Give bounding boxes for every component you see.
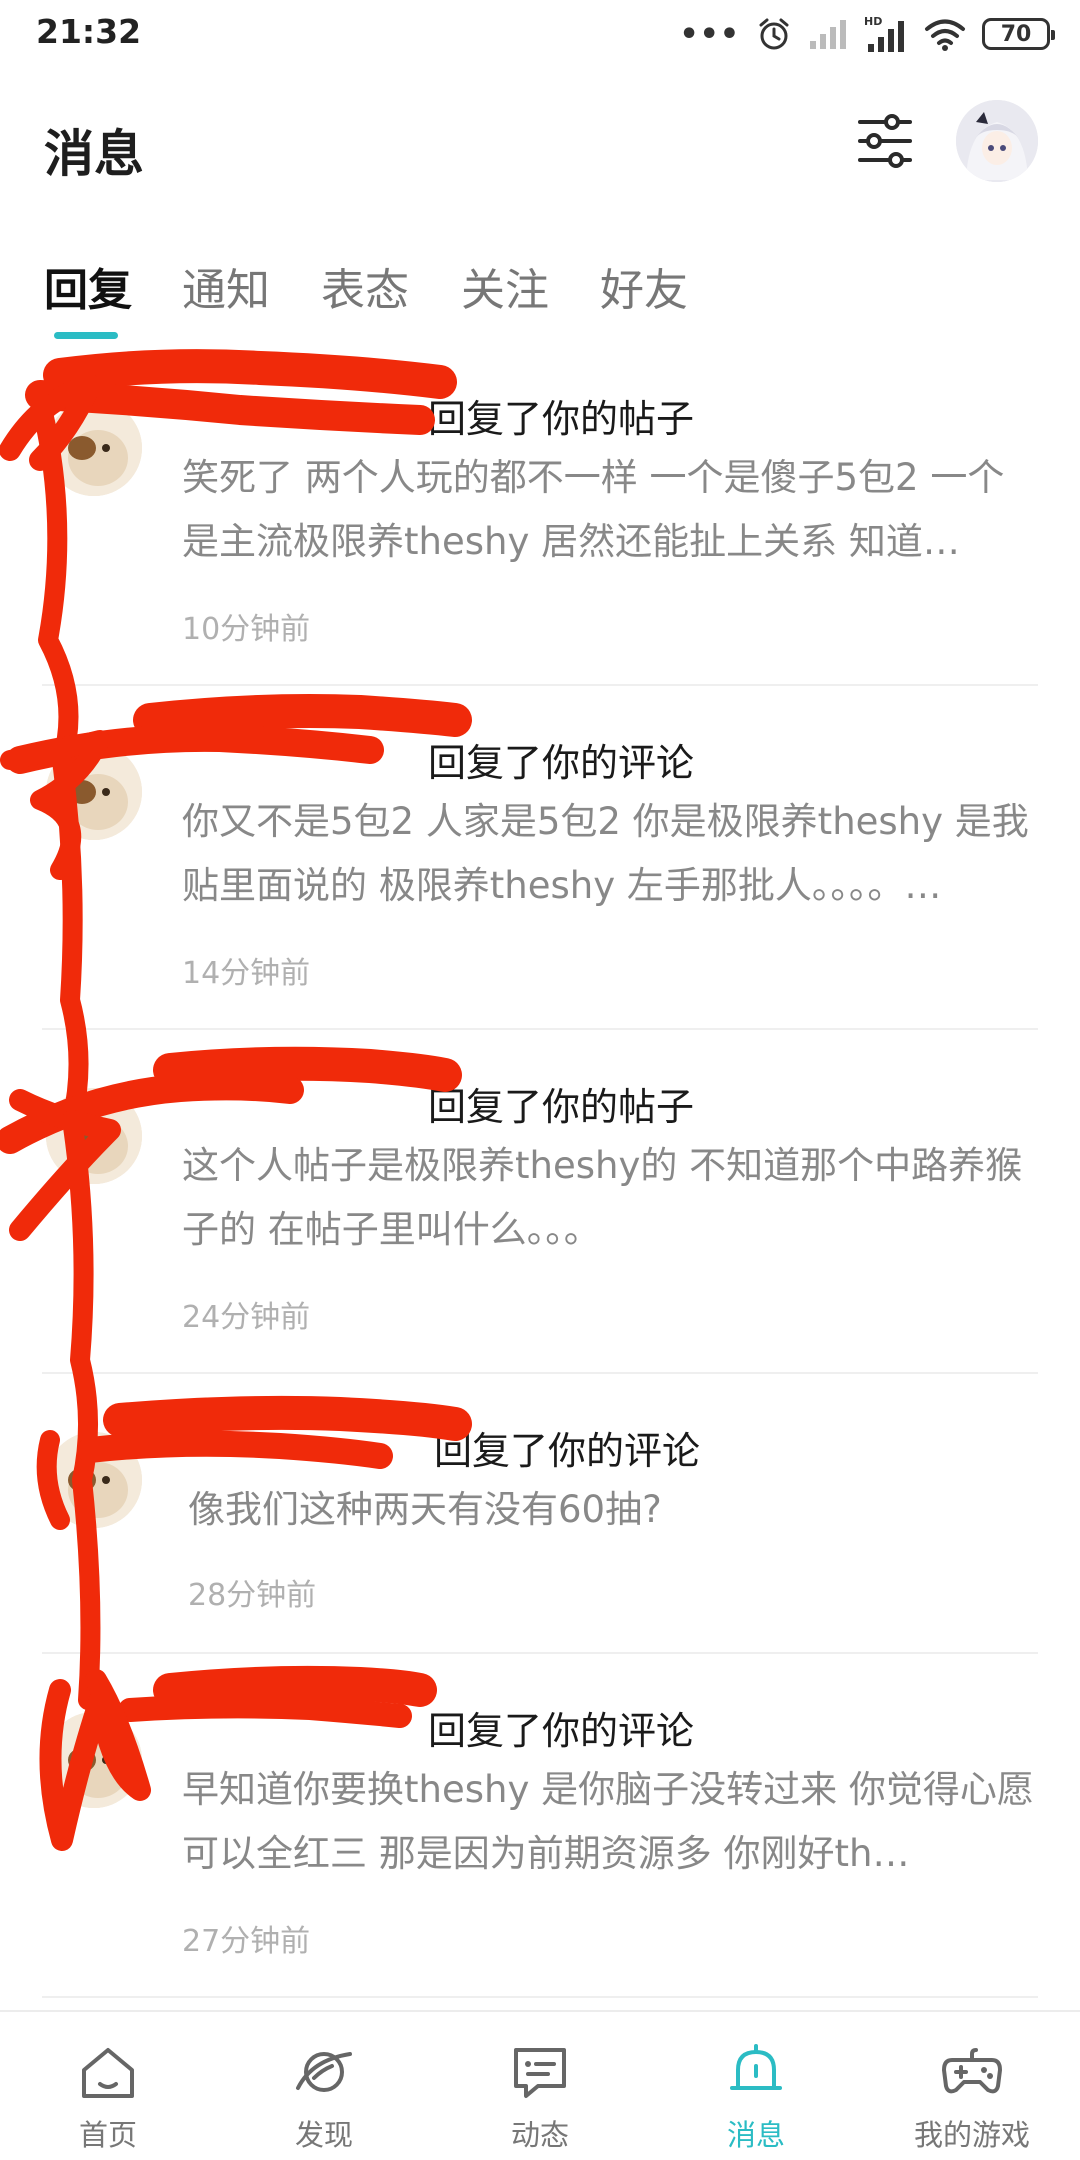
nav-label: 我的游戏	[913, 2118, 1030, 2152]
sliders-icon	[858, 114, 912, 168]
nav-label: 消息	[726, 2118, 785, 2152]
reply-title: 回复了你的帖子	[182, 1076, 694, 1131]
bottom-navigation: 首页 发现 动态 消息 我的游戏	[0, 2010, 1080, 2160]
header: 消息	[0, 86, 1080, 206]
home-icon	[82, 2048, 134, 2098]
bear-avatar-icon	[46, 744, 142, 840]
status-time: 21:32	[36, 12, 142, 51]
tab-follows[interactable]: 关注	[461, 254, 549, 318]
bear-avatar-icon	[46, 400, 142, 496]
reply-time: 14分钟前	[182, 956, 311, 991]
bear-avatar-icon	[46, 1712, 142, 1808]
avatar[interactable]	[46, 1088, 142, 1184]
reply-body: 像我们这种两天有没有60抽?	[188, 1488, 662, 1531]
nav-label: 首页	[78, 2118, 137, 2152]
divider	[42, 1996, 1038, 1998]
reply-title: 回复了你的帖子	[182, 388, 694, 443]
user-avatar[interactable]	[956, 100, 1038, 182]
anime-girl-avatar-icon	[956, 100, 1038, 182]
bell-icon	[730, 2044, 782, 2090]
avatar[interactable]	[46, 1712, 142, 1808]
bear-avatar-icon	[46, 1432, 142, 1528]
message-tabs: 回复 通知 表态 关注 好友	[0, 240, 1080, 340]
nav-label: 发现	[294, 2118, 353, 2152]
battery-indicator: 70	[982, 18, 1055, 50]
reply-title: 回复了你的评论	[182, 1700, 694, 1755]
avatar[interactable]	[46, 744, 142, 840]
nav-label: 动态	[510, 2118, 569, 2152]
tab-friends[interactable]: 好友	[600, 254, 688, 318]
reply-action: 回复了你的评论	[428, 1709, 695, 1753]
reply-time: 10分钟前	[182, 612, 311, 647]
list-item[interactable]: 回复了你的帖子 这个人帖子是极限养theshy的 不知道那个中路养猴子的 在帖子…	[0, 1028, 1080, 1372]
page-title: 消息	[44, 125, 144, 183]
chat-bubble-icon	[514, 2048, 566, 2098]
wifi-icon	[925, 19, 965, 51]
reply-time: 24分钟前	[182, 1300, 311, 1335]
list-item[interactable]: 回复了你的帖子 笑死了 两个人玩的都不一样 一个是傻子5包2 一个是主流极限养t…	[0, 340, 1080, 684]
bear-avatar-icon	[46, 1088, 142, 1184]
avatar[interactable]	[46, 1432, 142, 1528]
nav-discover[interactable]: 发现	[216, 2012, 432, 2160]
reply-action: 回复了你的评论	[434, 1429, 701, 1473]
alarm-icon	[759, 18, 789, 50]
nav-messages[interactable]: 消息	[648, 2012, 864, 2160]
tab-notifications[interactable]: 通知	[182, 254, 270, 318]
filter-settings-button[interactable]	[852, 108, 918, 174]
reply-time: 27分钟前	[182, 1924, 311, 1959]
more-notifications-icon: •••	[679, 16, 740, 52]
reply-body: 笑死了 两个人玩的都不一样 一个是傻子5包2 一个是主流极限养theshy 居然…	[182, 456, 1005, 563]
list-item[interactable]: 回复了你的评论 像我们这种两天有没有60抽? 28分钟前	[0, 1372, 1080, 1652]
signal-hd-icon: HD	[864, 15, 904, 52]
nav-feed[interactable]: 动态	[432, 2012, 648, 2160]
active-tab-indicator	[54, 332, 118, 339]
tab-reactions[interactable]: 表态	[321, 254, 409, 318]
reply-action: 回复了你的评论	[428, 741, 695, 785]
list-item[interactable]: 回复了你的评论 早知道你要换theshy 是你脑子没转过来 你觉得心愿可以全红三…	[0, 1652, 1080, 1996]
reply-action: 回复了你的帖子	[428, 397, 695, 441]
reply-body: 这个人帖子是极限养theshy的 不知道那个中路养猴子的 在帖子里叫什么。。。	[182, 1144, 1023, 1251]
status-icons: ••• HD 70	[679, 12, 1055, 56]
reply-body: 早知道你要换theshy 是你脑子没转过来 你觉得心愿可以全红三 那是因为前期资…	[182, 1768, 1034, 1875]
status-bar: 21:32 ••• HD 70	[0, 0, 1080, 66]
avatar[interactable]	[46, 400, 142, 496]
tab-replies[interactable]: 回复	[44, 254, 132, 318]
gamepad-icon	[942, 2048, 1002, 2094]
signal-weak-icon	[810, 20, 846, 49]
svg-text:HD: HD	[864, 15, 882, 28]
reply-time: 28分钟前	[188, 1578, 317, 1613]
reply-title: 回复了你的评论	[186, 1420, 700, 1475]
nav-my-games[interactable]: 我的游戏	[864, 2012, 1080, 2160]
reply-body: 你又不是5包2 人家是5包2 你是极限养theshy 是我贴里面说的 极限养th…	[182, 800, 1029, 907]
reply-title: 回复了你的评论	[182, 732, 694, 787]
reply-action: 回复了你的帖子	[428, 1085, 695, 1129]
nav-home[interactable]: 首页	[0, 2012, 216, 2160]
planet-icon	[296, 2052, 352, 2092]
list-item[interactable]: 回复了你的评论 你又不是5包2 人家是5包2 你是极限养theshy 是我贴里面…	[0, 684, 1080, 1028]
